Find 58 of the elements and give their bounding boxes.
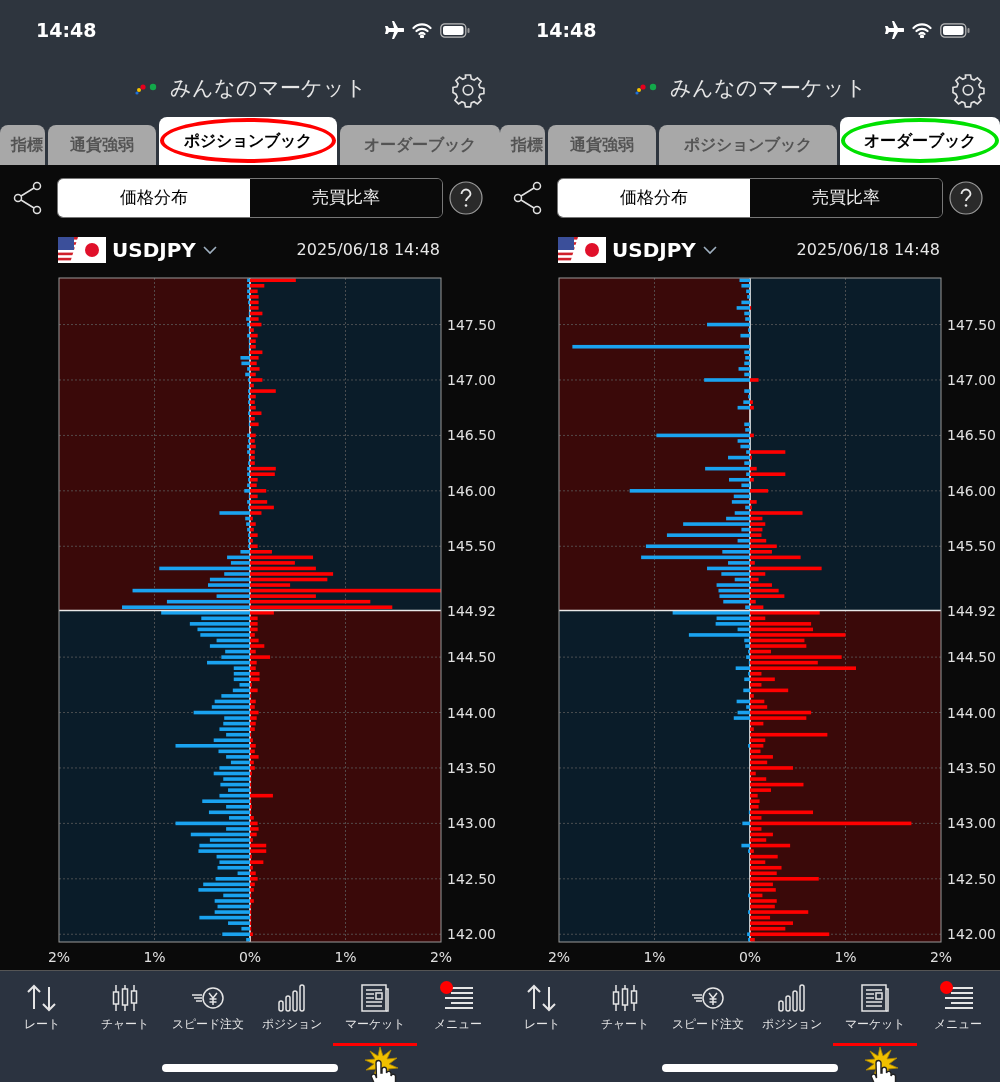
price-label: 143.50 <box>447 759 496 776</box>
price-label: 144.50 <box>947 649 996 666</box>
percent-label: 2% <box>47 949 71 965</box>
current-price-label: 144.92 <box>947 602 996 619</box>
nav-item[interactable]: スピード注文 <box>666 983 750 1033</box>
tab[interactable]: オーダーブック <box>840 117 1000 165</box>
nav-item[interactable]: マーケット <box>833 983 917 1033</box>
price-label: 146.50 <box>447 427 496 444</box>
nav-item[interactable]: スピード注文 <box>166 983 250 1033</box>
price-label: 147.50 <box>947 316 996 333</box>
currency-pair[interactable]: USDJPY <box>112 235 196 265</box>
price-label: 145.50 <box>447 538 496 555</box>
price-label: 146.50 <box>947 427 996 444</box>
price-label: 143.00 <box>447 815 496 832</box>
price-label: 144.50 <box>447 649 496 666</box>
percent-label: 2% <box>429 949 453 965</box>
percent-label: 2% <box>547 949 571 965</box>
price-label: 147.50 <box>447 316 496 333</box>
percent-label: 2% <box>929 949 953 965</box>
price-label: 142.50 <box>447 870 496 887</box>
nav-item[interactable]: レート <box>500 983 584 1033</box>
percent-label: 1% <box>143 949 166 965</box>
percent-label: 0% <box>738 949 762 965</box>
price-label: 147.00 <box>947 372 996 388</box>
nav-item[interactable]: ポジション <box>750 983 834 1033</box>
percent-label: 1% <box>643 949 666 965</box>
current-price-label: 144.92 <box>447 602 496 619</box>
nav-item[interactable]: チャート <box>83 983 167 1033</box>
status-time: 14:48 <box>536 17 597 43</box>
price-label: 146.00 <box>447 482 496 499</box>
timestamp: 2025/06/18 14:48 <box>296 239 440 261</box>
percent-label: 1% <box>334 949 357 965</box>
nav-item[interactable]: ポジション <box>250 983 334 1033</box>
price-label: 145.50 <box>947 538 996 555</box>
tab[interactable]: ポジションブック <box>159 117 337 165</box>
currency-pair[interactable]: USDJPY <box>612 235 696 265</box>
price-label: 143.00 <box>947 815 996 832</box>
nav-item[interactable]: レート <box>0 983 84 1033</box>
price-label: 143.50 <box>947 759 996 776</box>
timestamp: 2025/06/18 14:48 <box>796 239 940 261</box>
app-title: みんなのマーケット <box>669 74 867 102</box>
price-label: 144.00 <box>947 704 996 721</box>
price-label: 142.50 <box>947 870 996 887</box>
percent-label: 1% <box>834 949 857 965</box>
nav-item[interactable]: メニュー <box>916 983 1000 1033</box>
nav-item[interactable]: メニュー <box>416 983 500 1033</box>
price-label: 144.00 <box>447 704 496 721</box>
status-time: 14:48 <box>36 17 97 43</box>
percent-label: 0% <box>238 949 262 965</box>
price-label: 142.00 <box>447 926 496 943</box>
nav-item[interactable]: チャート <box>583 983 667 1033</box>
price-label: 146.00 <box>947 482 996 499</box>
app-title: みんなのマーケット <box>169 74 367 102</box>
segment-tab[interactable]: 価格分布 <box>58 179 250 217</box>
segment-tab[interactable]: 価格分布 <box>558 179 750 217</box>
price-label: 147.00 <box>447 372 496 388</box>
price-label: 142.00 <box>947 926 996 943</box>
nav-item[interactable]: マーケット <box>333 983 417 1033</box>
